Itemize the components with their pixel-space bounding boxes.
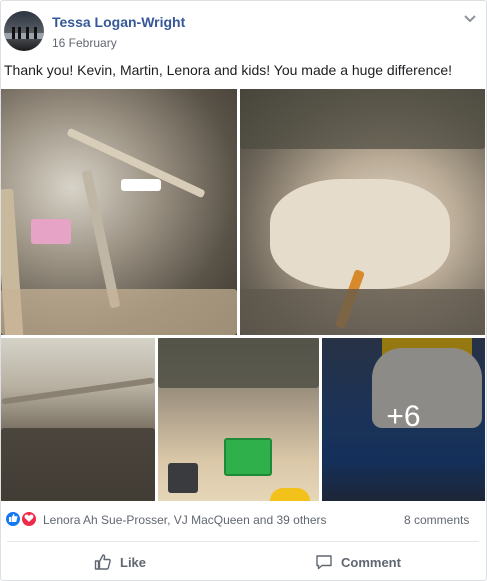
author-avatar[interactable] [4, 11, 44, 51]
post-photo[interactable] [240, 89, 485, 335]
post-card: Tessa Logan-Wright 16 February Thank you… [0, 0, 487, 581]
post-photo[interactable] [1, 338, 155, 501]
photo-detail [1, 289, 237, 335]
photo-detail [270, 488, 310, 501]
chevron-down-icon[interactable] [462, 11, 478, 27]
comment-icon [315, 553, 333, 571]
like-label: Like [120, 554, 147, 570]
photo-detail [240, 289, 485, 335]
divider [7, 541, 479, 542]
post-photo-more[interactable]: +6 [322, 338, 485, 501]
love-icon[interactable] [20, 510, 38, 528]
photo-detail [121, 179, 161, 191]
photo-detail [240, 89, 485, 149]
photo-detail [31, 219, 71, 244]
comment-button[interactable]: Comment [315, 550, 401, 574]
comment-label: Comment [341, 554, 401, 570]
avatar-figure [18, 27, 21, 39]
avatar-figure [12, 27, 15, 39]
more-photos-count[interactable]: +6 [322, 400, 485, 434]
post-photo[interactable] [1, 89, 237, 335]
avatar-sea [4, 33, 44, 39]
post-header: Tessa Logan-Wright 16 February [1, 1, 487, 59]
thumbs-up-icon [94, 553, 112, 571]
post-date[interactable]: 16 February [52, 36, 117, 50]
like-button[interactable]: Like [94, 550, 146, 574]
photo-detail [168, 463, 198, 493]
avatar-figure [34, 27, 37, 39]
photo-detail [1, 377, 155, 405]
author-name[interactable]: Tessa Logan-Wright [52, 14, 185, 30]
avatar-figure [26, 27, 29, 39]
photo-detail [158, 338, 319, 388]
photo-detail [81, 169, 121, 309]
photo-detail [1, 428, 155, 501]
comments-count[interactable]: 8 comments [404, 513, 469, 527]
post-photo[interactable] [158, 338, 319, 501]
photo-detail [224, 438, 272, 476]
reaction-names[interactable]: Lenora Ah Sue-Prosser, VJ MacQueen and 3… [43, 513, 327, 527]
post-message: Thank you! Kevin, Martin, Lenora and kid… [4, 62, 453, 78]
reaction-bar: Lenora Ah Sue-Prosser, VJ MacQueen and 3… [1, 506, 487, 534]
